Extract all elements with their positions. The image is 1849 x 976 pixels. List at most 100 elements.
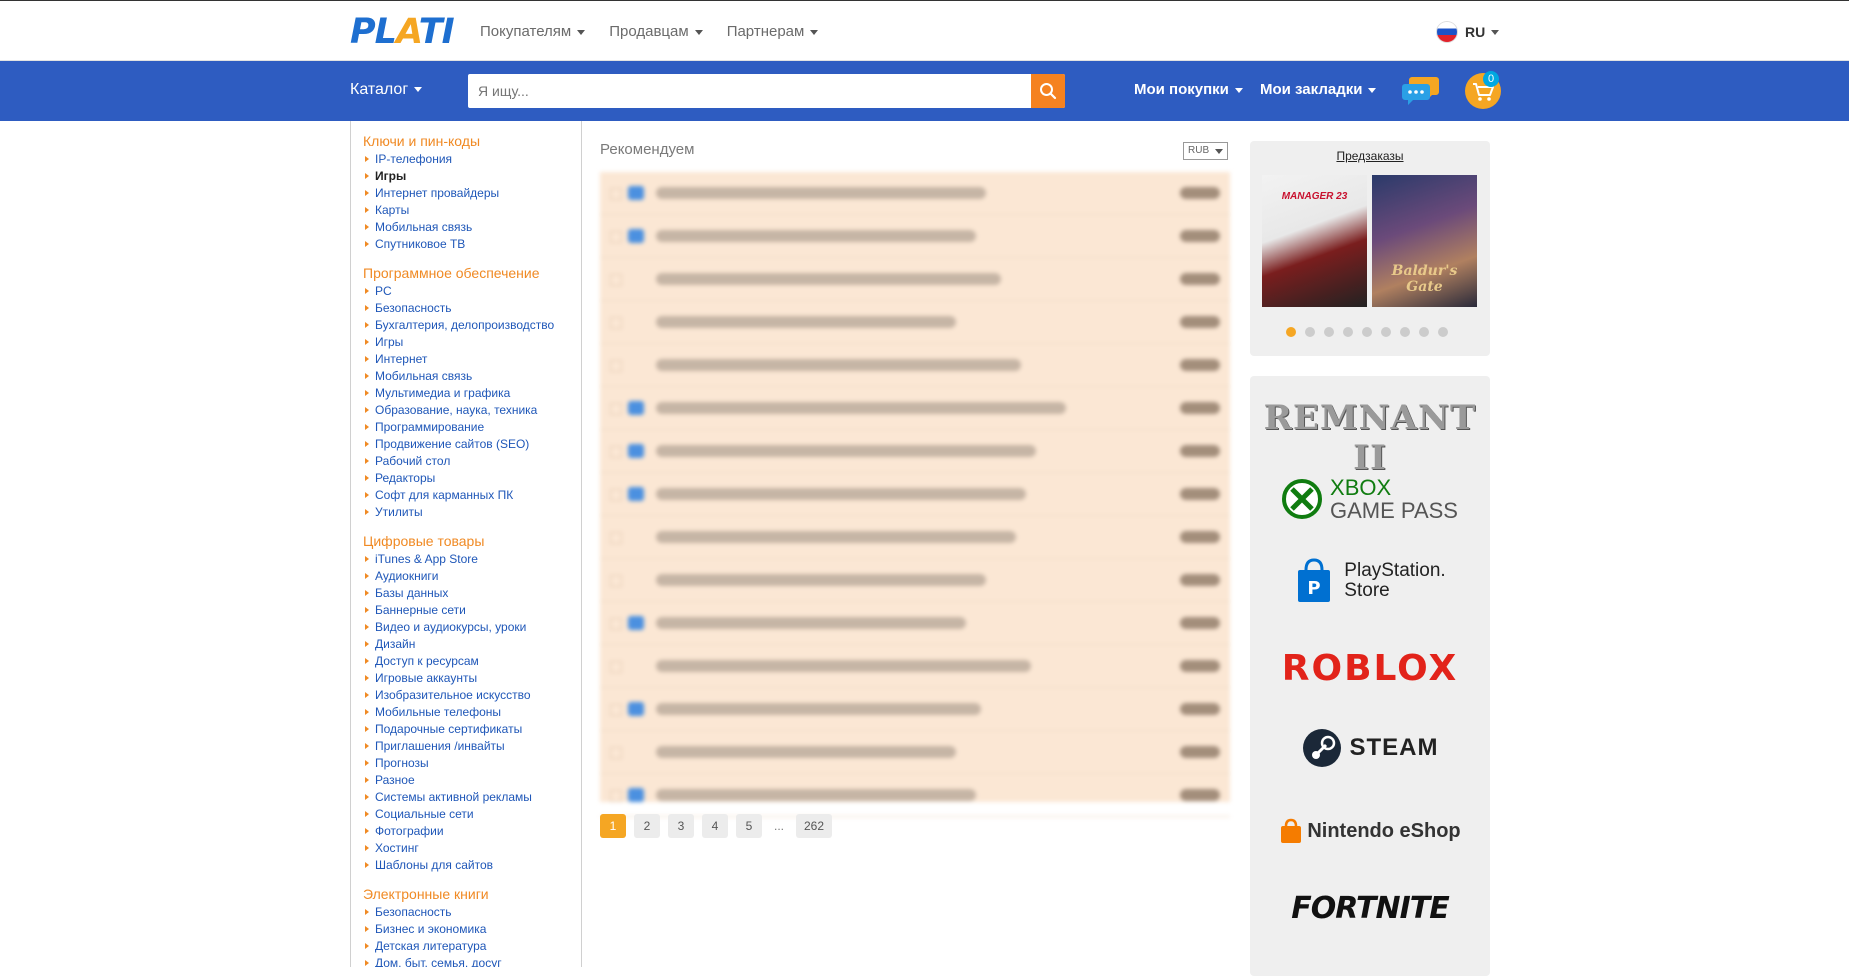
category-item[interactable]: Бухгалтерия, делопроизводство	[365, 317, 581, 334]
category-title[interactable]: Программное обеспечение	[363, 265, 581, 281]
brand-xbox-game-pass[interactable]: XBOX GAME PASS	[1250, 476, 1490, 522]
category-item[interactable]: Спутниковое ТВ	[365, 236, 581, 253]
category-item[interactable]: Баннерные сети	[365, 602, 581, 619]
carousel-dot[interactable]	[1362, 327, 1372, 337]
nav-sellers[interactable]: Продавцам	[609, 23, 703, 40]
category-item[interactable]: Доступ к ресурсам	[365, 653, 581, 670]
brand-fortnite[interactable]: FORTNITE	[1250, 891, 1490, 926]
category-item[interactable]: Прогнозы	[365, 755, 581, 772]
category-item-active[interactable]: Игры	[365, 168, 581, 185]
category-item[interactable]: Игровые аккаунты	[365, 670, 581, 687]
category-item[interactable]: Мобильные телефоны	[365, 704, 581, 721]
category-item[interactable]: Системы активной рекламы	[365, 789, 581, 806]
f1-manager-cover[interactable]: MANAGER 23	[1262, 175, 1367, 307]
category-item[interactable]: Дом, быт, семья, досуг	[365, 955, 581, 967]
category-item[interactable]: Бизнес и экономика	[365, 921, 581, 938]
baldurs-gate-cover[interactable]: Baldur's Gate	[1372, 175, 1477, 307]
table-row[interactable]	[600, 731, 1230, 774]
search-input[interactable]	[468, 74, 1048, 108]
plati-logo[interactable]: PLATI	[350, 12, 455, 52]
table-row[interactable]	[600, 645, 1230, 688]
category-item[interactable]: Подарочные сертификаты	[365, 721, 581, 738]
brand-steam[interactable]: STEAM	[1250, 728, 1490, 768]
table-row[interactable]	[600, 516, 1230, 559]
category-item[interactable]: Приглашения /инвайты	[365, 738, 581, 755]
category-item[interactable]: Фотографии	[365, 823, 581, 840]
table-row[interactable]	[600, 258, 1230, 301]
category-item[interactable]: Мобильная связь	[365, 219, 581, 236]
category-item[interactable]: Интернет	[365, 351, 581, 368]
carousel-dot[interactable]	[1305, 327, 1315, 337]
category-item[interactable]: Мобильная связь	[365, 368, 581, 385]
category-item[interactable]: Продвижение сайтов (SEO)	[365, 436, 581, 453]
category-title[interactable]: Цифровые товары	[363, 533, 581, 549]
category-item[interactable]: Интернет провайдеры	[365, 185, 581, 202]
category-item[interactable]: Игры	[365, 334, 581, 351]
catalog-button[interactable]: Каталог	[350, 81, 423, 99]
chat-icon[interactable]	[1402, 75, 1440, 112]
page-button[interactable]: 5	[736, 814, 762, 838]
carousel-dot[interactable]	[1343, 327, 1353, 337]
category-item[interactable]: PC	[365, 283, 581, 300]
carousel-dot[interactable]	[1324, 327, 1334, 337]
category-item[interactable]: Софт для карманных ПК	[365, 487, 581, 504]
category-item[interactable]: Хостинг	[365, 840, 581, 857]
category-item[interactable]: Шаблоны для сайтов	[365, 857, 581, 874]
category-item[interactable]: Изобразительное искусство	[365, 687, 581, 704]
category-item[interactable]: Безопасность	[365, 300, 581, 317]
category-item[interactable]: Базы данных	[365, 585, 581, 602]
table-row[interactable]	[600, 172, 1230, 215]
preorders-link[interactable]: Предзаказы	[1250, 149, 1490, 163]
table-row[interactable]	[600, 387, 1230, 430]
nav-buyers[interactable]: Покупателям	[480, 23, 586, 40]
brand-remnant-2[interactable]: REMNANT II	[1250, 398, 1490, 478]
language-selector[interactable]: RU	[1437, 22, 1500, 42]
brand-nintendo-eshop[interactable]: Nintendo eShop	[1250, 818, 1490, 844]
table-row[interactable]	[600, 215, 1230, 258]
category-item[interactable]: Редакторы	[365, 470, 581, 487]
table-row[interactable]	[600, 774, 1230, 817]
carousel-dot[interactable]	[1419, 327, 1429, 337]
category-item[interactable]: Аудиокниги	[365, 568, 581, 585]
page-button-last[interactable]: 262	[796, 814, 833, 838]
page-button[interactable]: 3	[668, 814, 694, 838]
category-item[interactable]: Мультимедиа и графика	[365, 385, 581, 402]
category-item[interactable]: Безопасность	[365, 904, 581, 921]
table-row[interactable]	[600, 301, 1230, 344]
category-item[interactable]: Видео и аудиокурсы, уроки	[365, 619, 581, 636]
brand-playstation-store[interactable]: P PlayStation. Store	[1250, 558, 1490, 604]
page-button-current[interactable]: 1	[600, 814, 626, 838]
cart-button[interactable]: 0	[1464, 71, 1502, 115]
category-item[interactable]: Разное	[365, 772, 581, 789]
brand-roblox[interactable]: ROBLOX	[1250, 648, 1490, 689]
table-row[interactable]	[600, 688, 1230, 731]
table-row[interactable]	[600, 602, 1230, 645]
nav-partners[interactable]: Партнерам	[727, 23, 819, 40]
table-row[interactable]	[600, 473, 1230, 516]
category-title[interactable]: Электронные книги	[363, 886, 581, 902]
table-row[interactable]	[600, 430, 1230, 473]
category-item[interactable]: Детская литература	[365, 938, 581, 955]
category-item[interactable]: Дизайн	[365, 636, 581, 653]
category-item[interactable]: Утилиты	[365, 504, 581, 521]
carousel-dot[interactable]	[1400, 327, 1410, 337]
currency-select[interactable]: RUB	[1183, 142, 1228, 160]
page-button[interactable]: 2	[634, 814, 660, 838]
my-bookmarks-menu[interactable]: Мои закладки	[1260, 81, 1377, 98]
category-item[interactable]: IP-телефония	[365, 151, 581, 168]
table-row[interactable]	[600, 559, 1230, 602]
category-item[interactable]: Карты	[365, 202, 581, 219]
category-item[interactable]: iTunes & App Store	[365, 551, 581, 568]
category-item[interactable]: Программирование	[365, 419, 581, 436]
carousel-dot[interactable]	[1286, 327, 1296, 337]
page-button[interactable]: 4	[702, 814, 728, 838]
category-item[interactable]: Образование, наука, техника	[365, 402, 581, 419]
my-purchases-menu[interactable]: Мои покупки	[1134, 81, 1243, 98]
category-item[interactable]: Социальные сети	[365, 806, 581, 823]
category-item[interactable]: Рабочий стол	[365, 453, 581, 470]
search-button[interactable]	[1031, 74, 1065, 108]
carousel-dot[interactable]	[1438, 327, 1448, 337]
category-title[interactable]: Ключи и пин-коды	[363, 133, 581, 149]
carousel-dot[interactable]	[1381, 327, 1391, 337]
table-row[interactable]	[600, 344, 1230, 387]
